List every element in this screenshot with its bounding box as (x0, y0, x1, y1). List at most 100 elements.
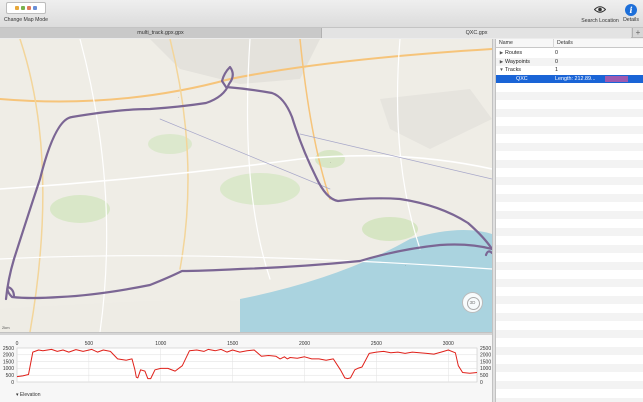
outline-empty-row (496, 210, 643, 219)
outline-row-value: 0 (555, 50, 558, 56)
elevation-y-tick-right: 2500 (480, 346, 491, 352)
elevation-y-tick-right: 1000 (480, 366, 491, 372)
search-location-button[interactable]: Search Location (580, 4, 620, 24)
outline-row-name: QXC (496, 75, 554, 84)
elevation-x-tick: 3000 (443, 341, 454, 347)
elevation-panel: 2500 2500 2000 2000 1500 1500 1000 1000 500 500 0 0… (0, 335, 492, 402)
outline-row-routes[interactable]: ▶ Routes 0 (496, 49, 643, 58)
elevation-x-tick: 0 (16, 341, 19, 347)
map-view[interactable]: ··· 2km 3D − + (0, 39, 492, 332)
outline-empty-row (496, 176, 643, 185)
svg-text:·: · (178, 95, 179, 100)
outline-empty-row (496, 91, 643, 100)
outline-empty-row (496, 219, 643, 228)
svg-text:·: · (405, 263, 406, 268)
eye-icon (594, 6, 606, 13)
outline-empty-row (496, 295, 643, 304)
svg-text:·: · (330, 160, 331, 165)
elevation-x-tick: 2000 (299, 341, 310, 347)
add-tab-button[interactable]: + (632, 28, 643, 38)
outline-empty-row (496, 278, 643, 287)
outline-empty-row (496, 261, 643, 270)
outline-empty-row (496, 100, 643, 109)
outline-empty-row (496, 185, 643, 194)
details-button[interactable]: i Details (621, 4, 641, 23)
outline-empty-row (496, 83, 643, 92)
elevation-y-tick-right: 2000 (480, 353, 491, 359)
elevation-y-tick-left: 1000 (3, 366, 14, 372)
outline-empty-row (496, 397, 643, 402)
outline-empty-row (496, 355, 643, 364)
disclosure-closed-icon[interactable]: ▶ (499, 49, 504, 58)
outline-empty-row (496, 227, 643, 236)
outline-empty-row (496, 108, 643, 117)
track-color-swatch[interactable] (605, 75, 628, 82)
disclosure-closed-icon[interactable]: ▶ (499, 58, 504, 67)
outline-row-value: Length: 212.89... (555, 75, 596, 82)
outline-row-name: ▼Tracks (496, 66, 554, 75)
column-name-header[interactable]: Name (496, 39, 554, 48)
details-label: Details (623, 17, 639, 23)
elevation-y-tick-left: 2500 (3, 346, 14, 352)
outline-empty-row (496, 312, 643, 321)
elevation-chart: 2500 25002000 20001500 15001000 1000500 5000 0… (3, 341, 491, 386)
outline-empty-row (496, 338, 643, 347)
outline-empty-row (496, 168, 643, 177)
change-map-mode-button[interactable]: Change Map Mode (3, 2, 49, 23)
outline-row-label: Waypoints (505, 58, 530, 65)
outline-row-waypoints[interactable]: ▶ Waypoints 0 (496, 57, 643, 67)
outline-empty-row (496, 125, 643, 134)
info-icon: i (625, 4, 637, 16)
elevation-y-tick-right: 0 (480, 380, 483, 386)
elevation-x-tick: 2500 (371, 341, 382, 347)
elevation-label: ▾ Elevation (16, 392, 41, 398)
outline-empty-row (496, 346, 643, 355)
map-canvas[interactable]: · · · (0, 39, 492, 332)
outline-empty-row (496, 372, 643, 381)
outline-empty-row (496, 287, 643, 296)
search-location-label: Search Location (581, 18, 619, 24)
change-map-mode-label: Change Map Mode (3, 17, 49, 23)
outline-empty-row (496, 117, 643, 126)
outline-empty-row (496, 270, 643, 279)
outline-empty-row (496, 253, 643, 262)
outline-empty-row (496, 159, 643, 168)
elevation-label-text: Elevation (19, 392, 41, 398)
outline-header: Name Details (496, 39, 643, 48)
elevation-x-tick: 1000 (155, 341, 166, 347)
outline-empty-row (496, 142, 643, 151)
column-details-header[interactable]: Details (554, 39, 643, 48)
outline-empty-row (496, 380, 643, 389)
outline-panel: Name Details ▶ Routes 0 ▶ Waypoints 0 ▼Tracks 1… (496, 39, 643, 402)
elevation-y-tick-right: 1500 (480, 359, 491, 365)
outline-row-value: 0 (555, 58, 558, 65)
outline-row-qxc[interactable]: QXC Length: 212.89... (496, 74, 643, 84)
outline-empty-row (496, 244, 643, 253)
tab-qxc[interactable]: QXC.gpx (322, 28, 631, 38)
outline-empty-row (496, 329, 643, 338)
tab-multi-track[interactable]: multi_track.gpx.gpx (0, 28, 322, 38)
outline-empty-row (496, 151, 643, 160)
disclosure-open-icon[interactable]: ▼ (499, 66, 504, 75)
outline-empty-row (496, 304, 643, 313)
map-scale-label: 2km (2, 325, 10, 330)
outline-empty-row (496, 321, 643, 330)
elevation-y-tick-left: 0 (11, 380, 14, 386)
elevation-x-tick: 500 (85, 341, 94, 347)
outline-row-label: Tracks (505, 67, 521, 73)
map-mode-icon (6, 2, 46, 14)
outline-empty-row (496, 134, 643, 143)
elevation-y-tick-left: 1500 (3, 359, 14, 365)
outline-empty-row (496, 389, 643, 398)
outline-row-name: ▶ Waypoints (496, 58, 554, 67)
outline-row-tracks[interactable]: ▼Tracks 1 (496, 66, 643, 75)
outline-empty-row (496, 193, 643, 202)
tab-bar: multi_track.gpx.gpx QXC.gpx + (0, 28, 643, 38)
outline-row-label: Routes (505, 50, 523, 56)
outline-empty-row (496, 363, 643, 372)
outline-empty-row (496, 202, 643, 211)
outline-row-value: 1 (555, 67, 558, 73)
compass-button[interactable]: 3D (462, 292, 483, 313)
outline-row-name: ▶ Routes (496, 49, 554, 58)
elevation-y-tick-left: 2000 (3, 353, 14, 359)
